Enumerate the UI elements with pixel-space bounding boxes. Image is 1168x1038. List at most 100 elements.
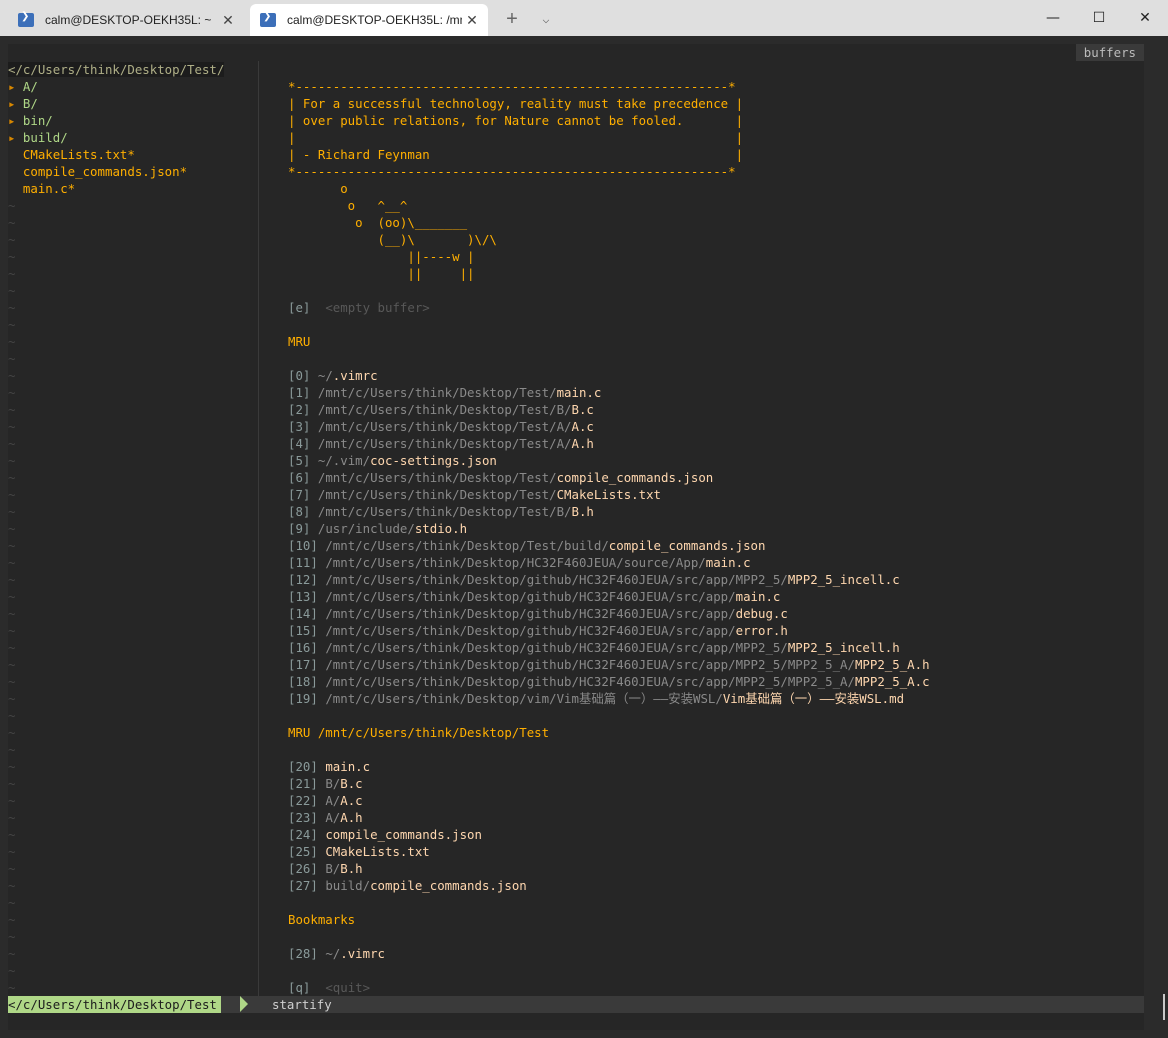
tab-close-icon[interactable]: ✕ xyxy=(462,12,482,29)
cowsay-art: || || xyxy=(288,266,475,281)
entry-filename: A.h xyxy=(340,810,363,825)
mru-entry[interactable]: [1] /mnt/c/Users/think/Desktop/Test/main… xyxy=(288,384,1138,401)
scrollbar-thumb[interactable] xyxy=(1163,994,1165,1020)
mru-entry[interactable]: [2] /mnt/c/Users/think/Desktop/Test/B/B.… xyxy=(288,401,1138,418)
empty-line-tilde: ~ xyxy=(8,674,16,689)
mru-entry[interactable]: [16] /mnt/c/Users/think/Desktop/github/H… xyxy=(288,639,1138,656)
section-header: MRU /mnt/c/Users/think/Desktop/Test xyxy=(288,724,1138,741)
entry-path: ~/ xyxy=(317,368,333,383)
mru-entry[interactable]: [3] /mnt/c/Users/think/Desktop/Test/A/A.… xyxy=(288,418,1138,435)
empty-line-tilde: ~ xyxy=(8,368,16,383)
mru-entry[interactable]: [4] /mnt/c/Users/think/Desktop/Test/A/A.… xyxy=(288,435,1138,452)
tree-item[interactable]: compile_commands.json* xyxy=(8,163,258,180)
tree-item-label: compile_commands.json* xyxy=(22,164,188,179)
tree-root[interactable]: </c/Users/think/Desktop/Test/ xyxy=(8,62,225,77)
entry-index: [1] xyxy=(288,385,311,400)
entry-key: [e] xyxy=(288,300,311,315)
cowsay-art: o xyxy=(288,181,348,196)
cowsay-line: || || xyxy=(288,265,1138,282)
bookmarks-header: Bookmarks xyxy=(288,912,356,927)
entry-filename: main.c xyxy=(325,759,371,774)
mru-entry[interactable]: [15] /mnt/c/Users/think/Desktop/github/H… xyxy=(288,622,1138,639)
tree-item[interactable]: CMakeLists.txt* xyxy=(8,146,258,163)
mru-entry[interactable]: [17] /mnt/c/Users/think/Desktop/github/H… xyxy=(288,656,1138,673)
mru-entry[interactable]: [13] /mnt/c/Users/think/Desktop/github/H… xyxy=(288,588,1138,605)
mru-entry[interactable]: [19] /mnt/c/Users/think/Desktop/vim/Vim基… xyxy=(288,690,1138,707)
mru-entry[interactable]: [5] ~/.vim/coc-settings.json xyxy=(288,452,1138,469)
mru-entry[interactable]: [21] B/B.c xyxy=(288,775,1138,792)
tree-item-label: build/ xyxy=(22,130,68,145)
cowsay-line: ||----w | xyxy=(288,248,1138,265)
entry-path: /mnt/c/Users/think/Desktop/github/HC32F4… xyxy=(325,606,736,621)
entry-filename: A.h xyxy=(571,436,594,451)
mru-entry[interactable]: [20] main.c xyxy=(288,758,1138,775)
entry-index: [3] xyxy=(288,419,311,434)
entry-path: ~/.vim/ xyxy=(317,453,371,468)
entry-path: /mnt/c/Users/think/Desktop/Test/ xyxy=(317,487,557,502)
entry-path: A/ xyxy=(325,810,341,825)
new-tab-button[interactable]: + xyxy=(502,9,522,29)
entry-path: build/ xyxy=(325,878,371,893)
expand-arrow-icon: ▸ xyxy=(8,113,23,128)
empty-buffer-entry[interactable]: [e] <empty buffer> xyxy=(288,299,1138,316)
mru-entry[interactable]: [7] /mnt/c/Users/think/Desktop/Test/CMak… xyxy=(288,486,1138,503)
mru-entry[interactable]: [6] /mnt/c/Users/think/Desktop/Test/comp… xyxy=(288,469,1138,486)
tree-item[interactable]: main.c* xyxy=(8,180,258,197)
tab-active[interactable]: calm@DESKTOP-OEKH35L: /mn ✕ xyxy=(250,4,488,36)
entry-filename: main.c xyxy=(556,385,602,400)
file-indent xyxy=(8,147,23,162)
tree-item[interactable]: ▸ bin/ xyxy=(8,112,258,129)
mru-entry[interactable]: [8] /mnt/c/Users/think/Desktop/Test/B/B.… xyxy=(288,503,1138,520)
quit-entry[interactable]: [q] <quit> xyxy=(288,979,1138,996)
empty-line-tilde: ~ xyxy=(8,283,16,298)
tree-item[interactable]: ▸ A/ xyxy=(8,78,258,95)
startify-panel[interactable]: *---------------------------------------… xyxy=(288,78,1138,996)
tree-item-label: main.c* xyxy=(22,181,76,196)
entry-filename: B.c xyxy=(571,402,594,417)
tab-close-icon[interactable]: ✕ xyxy=(218,12,238,29)
entry-index: [5] xyxy=(288,453,311,468)
section-header: MRU xyxy=(288,333,1138,350)
entry-path: /mnt/c/Users/think/Desktop/Test/build/ xyxy=(325,538,609,553)
entry-path: /mnt/c/Users/think/Desktop/github/HC32F4… xyxy=(325,589,736,604)
mru-entry[interactable]: [0] ~/.vimrc xyxy=(288,367,1138,384)
close-button[interactable]: ✕ xyxy=(1122,0,1168,36)
mru-entry[interactable]: [23] A/A.h xyxy=(288,809,1138,826)
empty-line-tilde: ~ xyxy=(8,504,16,519)
tab-title: calm@DESKTOP-OEKH35L: ~ xyxy=(45,13,212,27)
minimize-button[interactable]: — xyxy=(1030,0,1076,36)
tab-home[interactable]: calm@DESKTOP-OEKH35L: ~ ✕ xyxy=(8,4,244,36)
terminal-pane[interactable]: buffers </c/Users/think/Desktop/Test/ ▸ … xyxy=(8,44,1144,1030)
expand-arrow-icon: ▸ xyxy=(8,96,23,111)
mru-entry[interactable]: [28] ~/.vimrc xyxy=(288,945,1138,962)
tree-item[interactable]: ▸ build/ xyxy=(8,129,258,146)
entry-key: [q] xyxy=(288,980,311,995)
tab-dropdown-button[interactable]: ⌵ xyxy=(536,9,556,29)
entry-filename: .vimrc xyxy=(340,946,385,961)
mru-entry[interactable]: [10] /mnt/c/Users/think/Desktop/Test/bui… xyxy=(288,537,1138,554)
mru-entry[interactable]: [9] /usr/include/stdio.h xyxy=(288,520,1138,537)
mru-entry[interactable]: [12] /mnt/c/Users/think/Desktop/github/H… xyxy=(288,571,1138,588)
mru-entry[interactable]: [26] B/B.h xyxy=(288,860,1138,877)
mru-entry[interactable]: [18] /mnt/c/Users/think/Desktop/github/H… xyxy=(288,673,1138,690)
mru-entry[interactable]: [11] /mnt/c/Users/think/Desktop/HC32F460… xyxy=(288,554,1138,571)
entry-filename: main.c xyxy=(735,589,781,604)
nerdtree-panel[interactable]: </c/Users/think/Desktop/Test/ ▸ A/▸ B/▸ … xyxy=(8,61,258,996)
empty-line-tilde: ~ xyxy=(8,623,16,638)
maximize-button[interactable]: ☐ xyxy=(1076,0,1122,36)
entry-filename: stdio.h xyxy=(414,521,468,536)
mru-entry[interactable]: [25] CMakeLists.txt xyxy=(288,843,1138,860)
empty-line-tilde: ~ xyxy=(8,929,16,944)
mru-entry[interactable]: [24] compile_commands.json xyxy=(288,826,1138,843)
entry-filename: CMakeLists.txt xyxy=(325,844,430,859)
mru-entry[interactable]: [27] build/compile_commands.json xyxy=(288,877,1138,894)
mru-entry[interactable]: [14] /mnt/c/Users/think/Desktop/github/H… xyxy=(288,605,1138,622)
tree-item[interactable]: ▸ B/ xyxy=(8,95,258,112)
mru-entry[interactable]: [22] A/A.c xyxy=(288,792,1138,809)
entry-path: /mnt/c/Users/think/Desktop/github/HC32F4… xyxy=(325,623,736,638)
tree-item-label: bin/ xyxy=(22,113,53,128)
entry-filename: A.c xyxy=(340,793,363,808)
entry-index: [27] xyxy=(288,878,318,893)
empty-line-tilde: ~ xyxy=(8,317,16,332)
entry-filename: compile_commands.json xyxy=(556,470,714,485)
